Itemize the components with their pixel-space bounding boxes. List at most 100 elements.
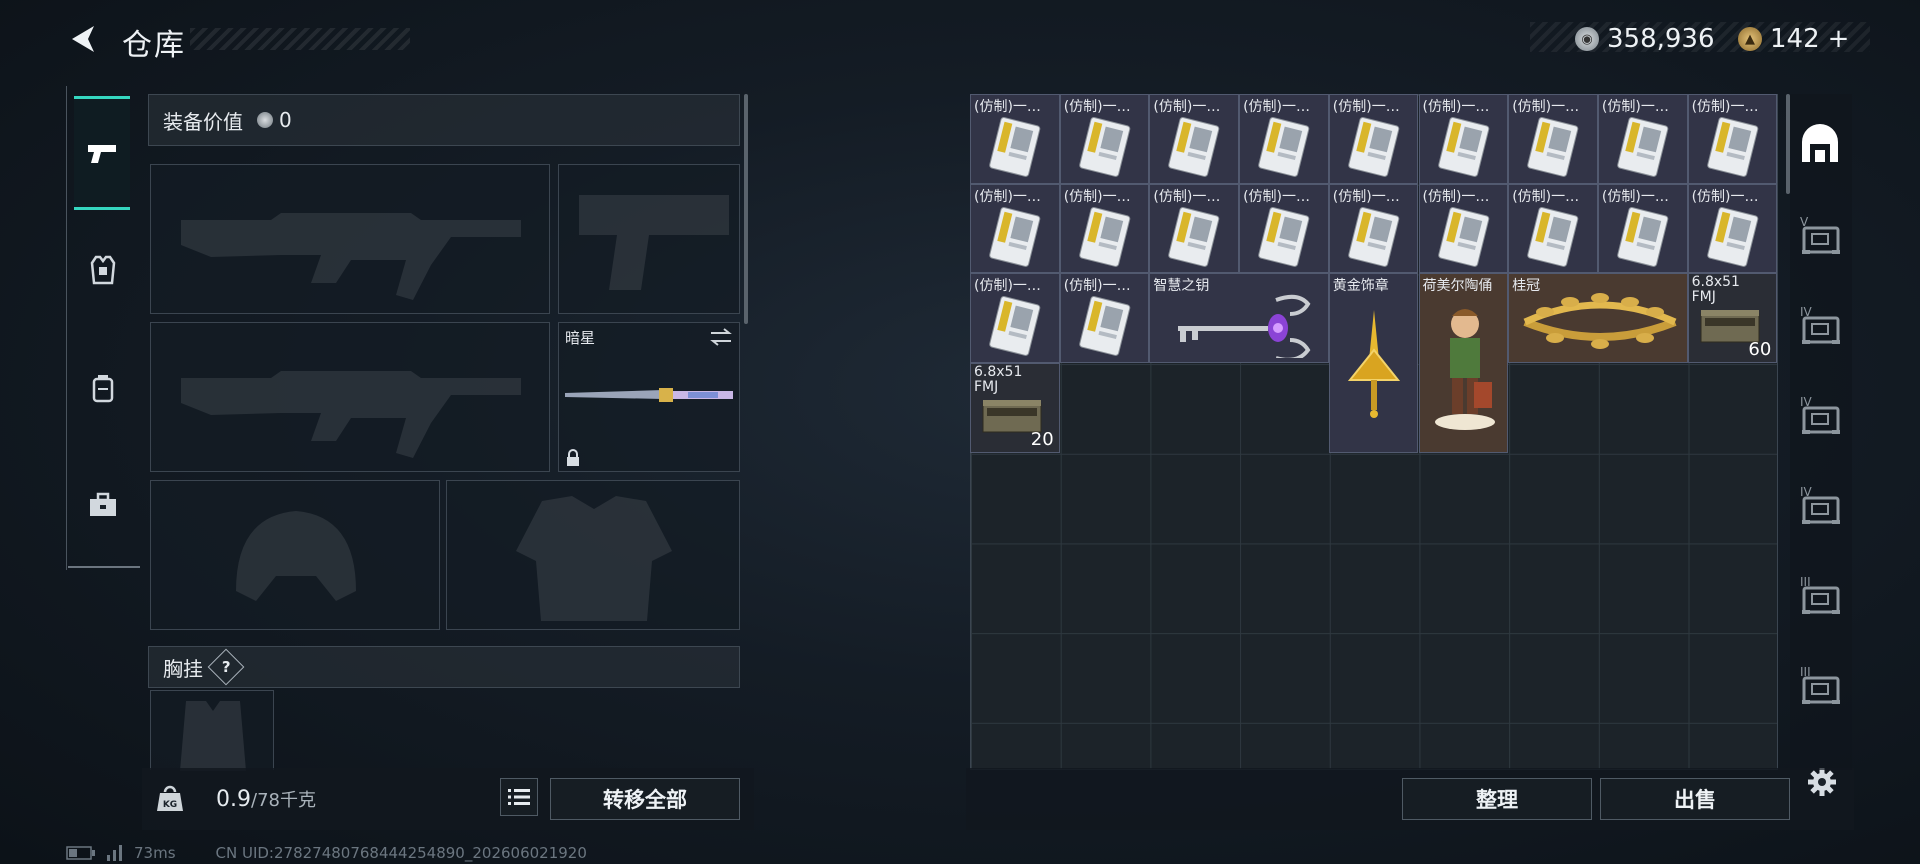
ammo-type: FMJ: [1691, 289, 1716, 306]
storage-tab-iii-b[interactable]: III: [1795, 660, 1845, 712]
silver-currency: ◉ 358,936: [1575, 24, 1715, 54]
storage-tab-iv-b[interactable]: IV: [1795, 390, 1845, 442]
equipment-value: 0: [279, 108, 292, 132]
vest-icon: [90, 255, 116, 285]
storage-tab-main[interactable]: [1795, 118, 1845, 170]
weight-readout: 0.9/78千克: [216, 786, 316, 812]
nav-armor-tab[interactable]: [70, 230, 136, 310]
item-counterfeit-card[interactable]: (仿制)一…: [1418, 94, 1509, 184]
item-label: (仿制)一…: [1601, 188, 1669, 205]
item-counterfeit-card[interactable]: (仿制)一…: [1059, 273, 1150, 364]
item-counterfeit-card[interactable]: (仿制)一…: [970, 94, 1060, 184]
nav-supplies-tab[interactable]: [70, 465, 136, 545]
card-icon: [1258, 117, 1310, 177]
item-counterfeit-card[interactable]: (仿制)一…: [1597, 183, 1688, 274]
item-counterfeit-card[interactable]: (仿制)一…: [970, 183, 1060, 274]
help-icon: ?: [221, 657, 231, 676]
chest-rig-silhouette-icon: [180, 701, 246, 771]
item-counterfeit-card[interactable]: (仿制)一…: [1149, 94, 1240, 184]
item-counterfeit-card[interactable]: (仿制)一…: [1597, 94, 1688, 184]
item-counterfeit-card[interactable]: (仿制)一…: [970, 273, 1060, 364]
storage-tab-iv-a[interactable]: IV: [1795, 300, 1845, 352]
list-view-button[interactable]: [500, 778, 538, 816]
gold-currency[interactable]: ▲ 142 +: [1738, 24, 1849, 54]
item-counterfeit-card[interactable]: (仿制)一…: [1239, 94, 1329, 184]
item-ammo-box[interactable]: 6.8x51 FMJ 60: [1687, 273, 1778, 364]
item-ammo-box[interactable]: 6.8x51 FMJ 20: [970, 363, 1060, 453]
card-icon: [989, 206, 1041, 267]
secondary-weapon-slot[interactable]: [150, 322, 550, 472]
add-gold-icon[interactable]: +: [1828, 24, 1850, 54]
sell-button[interactable]: 出售: [1600, 778, 1790, 820]
item-counterfeit-card[interactable]: (仿制)一…: [1239, 183, 1329, 274]
item-label: 6.8x51 FMJ: [974, 365, 1022, 395]
item-gold-badge[interactable]: 黄金饰章: [1328, 273, 1419, 453]
nav-weapon-tab[interactable]: [74, 96, 130, 210]
item-counterfeit-card[interactable]: (仿制)一…: [1328, 183, 1419, 274]
pistol-slot[interactable]: [558, 164, 740, 314]
back-arrow-icon: [72, 26, 94, 52]
storage-tab-v[interactable]: V: [1795, 210, 1845, 262]
melee-name: 暗星: [565, 329, 596, 347]
item-label: (仿制)一…: [1422, 99, 1490, 115]
item-label: (仿制)一…: [1243, 188, 1311, 205]
nav-backpack-tab[interactable]: [70, 348, 136, 428]
storage-case-icon: IV: [1800, 395, 1840, 434]
item-counterfeit-card[interactable]: (仿制)一…: [1328, 94, 1419, 184]
armor-slot[interactable]: [446, 480, 740, 630]
item-label: (仿制)一…: [1512, 188, 1580, 205]
item-counterfeit-card[interactable]: (仿制)一…: [1508, 183, 1598, 274]
card-icon: [989, 117, 1041, 177]
card-icon: [1527, 206, 1579, 267]
item-counterfeit-card[interactable]: (仿制)一…: [1508, 94, 1598, 184]
gold-badge-icon: [1347, 310, 1400, 419]
storage-tab-iv-c[interactable]: IV: [1795, 480, 1845, 532]
storage-case-icon: V: [1800, 215, 1840, 254]
item-label: 黄金饰章: [1332, 278, 1389, 295]
status-footer: 73ms CN UID:27827480768444254890_2026060…: [66, 844, 587, 862]
primary-weapon-slot[interactable]: [150, 164, 550, 314]
item-key[interactable]: 智慧之钥: [1149, 273, 1329, 364]
item-label: (仿制)一…: [1332, 188, 1400, 205]
item-label: (仿制)一…: [1422, 188, 1490, 205]
swap-icon[interactable]: [709, 327, 733, 347]
chest-rig-header: 胸挂 ?: [148, 646, 740, 688]
user-uid: CN UID:27827480768444254890_202606021920: [215, 844, 587, 862]
backpack-icon: [92, 375, 114, 403]
transfer-all-button[interactable]: 转移全部: [550, 778, 740, 820]
card-icon: [1706, 117, 1758, 177]
melee-slot[interactable]: 暗星: [558, 322, 740, 472]
item-counterfeit-card[interactable]: (仿制)一…: [1059, 183, 1150, 274]
storage-items: (仿制)一… (仿制)一… (仿制)一… (仿制)一… (仿制)一… (仿制)一… (仿制)…: [970, 94, 1778, 770]
help-button[interactable]: ?: [207, 648, 245, 686]
card-icon: [1078, 117, 1131, 177]
key-icon: [1178, 295, 1311, 359]
helmet-slot[interactable]: [150, 480, 440, 630]
card-icon: [1078, 206, 1131, 267]
chest-rig-slot[interactable]: [150, 690, 274, 771]
card-icon: [1347, 206, 1400, 267]
item-counterfeit-card[interactable]: (仿制)一…: [1059, 94, 1150, 184]
equipment-value-label: 装备价值: [163, 109, 243, 134]
equipment-scrollbar[interactable]: [744, 94, 748, 324]
ammo-caliber: 6.8x51: [1691, 274, 1740, 291]
sort-button[interactable]: 整理: [1402, 778, 1592, 820]
card-icon: [1078, 296, 1131, 357]
ping: 73ms: [134, 844, 176, 862]
silver-coin-icon: [257, 112, 273, 128]
item-counterfeit-card[interactable]: (仿制)一…: [1418, 183, 1509, 274]
item-laurel-crown[interactable]: 桂冠: [1508, 273, 1688, 364]
equipment-value-bar: 装备价值 0: [148, 94, 740, 146]
item-counterfeit-card[interactable]: (仿制)一…: [1687, 183, 1778, 274]
card-icon: [1617, 206, 1669, 267]
storage-tab-iii-a[interactable]: III: [1795, 570, 1845, 622]
signal-icon: [107, 845, 122, 861]
item-counterfeit-card[interactable]: (仿制)一…: [1687, 94, 1778, 184]
rifle-silhouette-icon: [181, 213, 521, 300]
nav-divider: [68, 566, 140, 568]
item-counterfeit-card[interactable]: (仿制)一…: [1149, 183, 1240, 274]
back-button[interactable]: [66, 22, 100, 56]
rifle-silhouette-icon: [181, 371, 521, 458]
item-figurine[interactable]: 荷美尔陶俑: [1418, 273, 1509, 453]
svg-text:KG: KG: [163, 800, 177, 810]
